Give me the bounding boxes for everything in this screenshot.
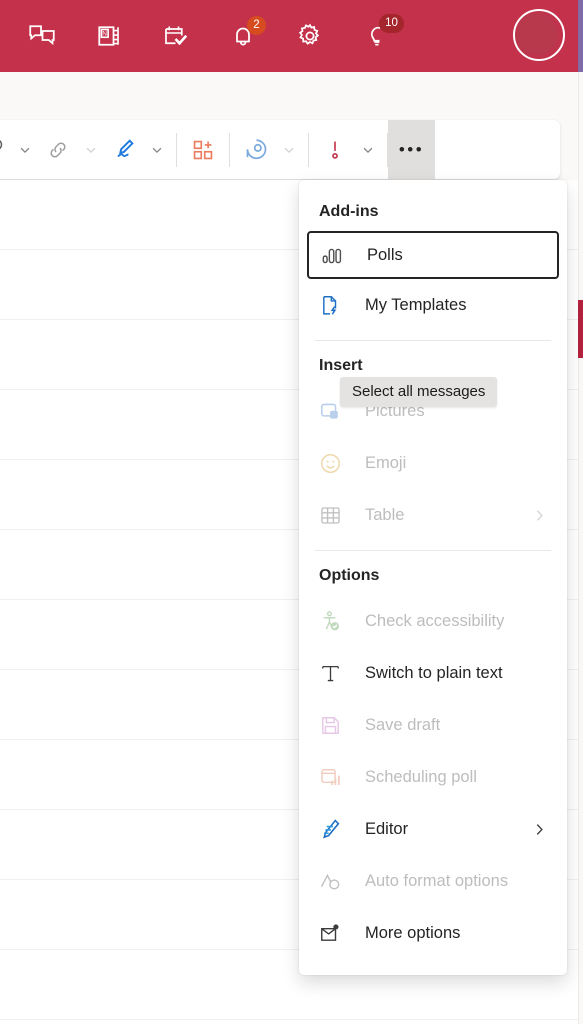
menu-item-label: Save draft: [365, 715, 441, 734]
scheduling-poll-icon: [313, 765, 347, 790]
chat-icon[interactable]: [8, 8, 75, 64]
svg-text:N: N: [102, 31, 107, 38]
app-header-bar: N 2 10: [0, 0, 583, 72]
right-rail-accent-marker: [578, 300, 583, 358]
signature-icon[interactable]: [104, 120, 144, 179]
menu-item-label: More options: [365, 923, 461, 942]
right-rail: [578, 72, 583, 1024]
tooltip-select-all-messages: Select all messages: [340, 377, 498, 407]
menu-divider: [315, 550, 551, 551]
toolbar-divider: [229, 132, 230, 167]
editor-icon: [313, 817, 347, 842]
settings-gear-icon[interactable]: [276, 8, 343, 64]
loop-caret-icon[interactable]: [276, 120, 302, 179]
header-right-edge-strip: [578, 0, 583, 72]
notifications-bell-icon[interactable]: 2: [209, 8, 276, 64]
formatting-toolbar: •••: [0, 120, 560, 179]
attach-file-icon[interactable]: [0, 120, 12, 179]
menu-divider: [315, 340, 551, 341]
menu-section-heading-add-ins: Add-ins: [319, 203, 379, 220]
menu-item-label: Check accessibility: [365, 611, 505, 630]
more-options-dots-button[interactable]: •••: [388, 120, 435, 179]
menu-item-label: Switch to plain text: [365, 663, 503, 682]
importance-caret-icon[interactable]: [355, 120, 381, 179]
menu-item-label: Scheduling poll: [365, 767, 477, 786]
onenote-icon[interactable]: N: [75, 8, 142, 64]
menu-item-emoji: Emoji: [299, 437, 567, 489]
more-options-dots-glyph: •••: [398, 140, 425, 159]
tips-badge: 10: [379, 14, 404, 33]
avatar[interactable]: [513, 9, 565, 61]
toolbar-divider: [176, 132, 177, 167]
chevron-right-icon: [532, 822, 547, 837]
attach-file-caret-icon[interactable]: [12, 120, 38, 179]
apps-icon[interactable]: [183, 120, 223, 179]
menu-item-editor[interactable]: Editor: [299, 803, 567, 855]
menu-item-label: Emoji: [365, 453, 407, 472]
plain-text-icon: [313, 661, 347, 686]
insert-link-caret-icon[interactable]: [78, 120, 104, 179]
save-draft-icon: [313, 713, 347, 738]
menu-item-label: Table: [365, 505, 405, 524]
menu-item-check-accessibility: Check accessibility: [299, 595, 567, 647]
signature-caret-icon[interactable]: [144, 120, 170, 179]
menu-item-label: Polls: [367, 245, 403, 264]
menu-section-heading-options: Options: [319, 567, 380, 584]
outlook-window: N 2 10 ••• Add-ins Polls My Templates In…: [0, 0, 583, 1024]
importance-icon[interactable]: [315, 120, 355, 179]
poll-bars-icon: [315, 243, 349, 268]
toolbar-divider: [308, 132, 309, 167]
menu-item-polls[interactable]: Polls: [307, 231, 559, 279]
menu-item-auto-format-options: Auto format options: [299, 855, 567, 907]
notifications-badge: 2: [247, 16, 266, 35]
menu-item-label: Editor: [365, 819, 409, 838]
compose-toolbar-zone: •••: [0, 72, 583, 232]
tips-lightbulb-icon[interactable]: 10: [343, 8, 410, 64]
message-options-icon: [313, 921, 347, 946]
my-templates-icon: [313, 293, 347, 318]
menu-item-table: Table: [299, 489, 567, 541]
menu-item-switch-to-plain-text[interactable]: Switch to plain text: [299, 647, 567, 699]
more-options-menu: Add-ins Polls My Templates Insert Pictur…: [299, 180, 567, 975]
app-header-icon-group: N 2 10: [0, 8, 410, 64]
accessibility-icon: [313, 609, 347, 634]
loop-component-icon[interactable]: [236, 120, 276, 179]
menu-item-more-options[interactable]: More options: [299, 907, 567, 959]
auto-format-icon: [313, 869, 347, 894]
insert-link-icon[interactable]: [38, 120, 78, 179]
menu-item-save-draft: Save draft: [299, 699, 567, 751]
emoji-icon: [313, 451, 347, 476]
menu-item-label: My Templates: [365, 295, 467, 314]
table-icon: [313, 503, 347, 528]
menu-item-scheduling-poll: Scheduling poll: [299, 751, 567, 803]
tasks-icon[interactable]: [142, 8, 209, 64]
chevron-right-icon: [532, 508, 547, 523]
menu-item-my-templates[interactable]: My Templates: [299, 279, 567, 331]
menu-item-label: Auto format options: [365, 871, 509, 890]
